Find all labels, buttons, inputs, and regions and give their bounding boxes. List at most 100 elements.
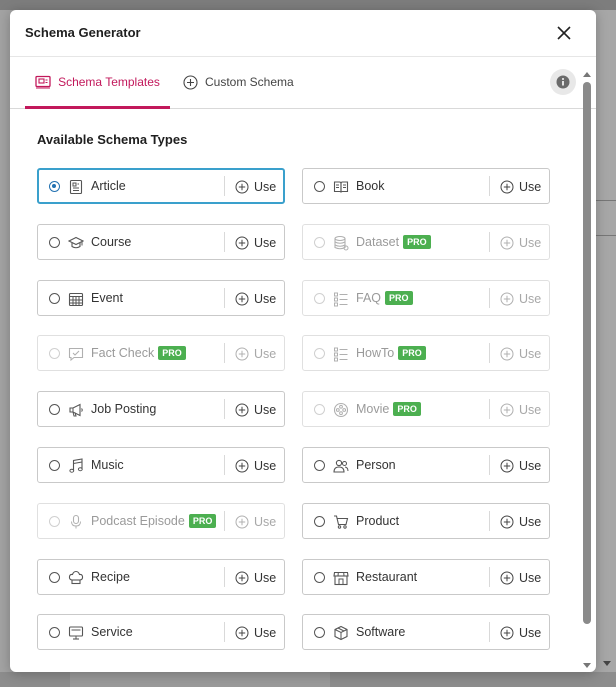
schema-type-label: Service: [91, 625, 133, 639]
use-button[interactable]: Use: [235, 290, 276, 308]
info-button[interactable]: [550, 69, 576, 95]
schema-type-label: Recipe: [91, 570, 130, 584]
scroll-up-arrow-icon[interactable]: [582, 70, 592, 78]
divider: [489, 399, 490, 419]
schema-type-movie[interactable]: Movie PRO Use: [302, 391, 550, 427]
schema-type-label: Person: [356, 458, 396, 472]
schema-type-label: Job Posting: [91, 402, 157, 416]
schema-type-howto[interactable]: HowTo PRO Use: [302, 335, 550, 371]
schema-type-dataset[interactable]: Dataset PRO Use: [302, 224, 550, 260]
schema-type-music[interactable]: Music Use: [37, 447, 285, 483]
scrollbar-thumb[interactable]: [583, 82, 591, 624]
use-button[interactable]: Use: [235, 569, 276, 587]
radio-button[interactable]: [49, 293, 60, 304]
modal-scrollbar[interactable]: [582, 70, 592, 670]
use-button: Use: [235, 513, 276, 531]
use-button[interactable]: Use: [235, 457, 276, 475]
radio-button[interactable]: [314, 404, 325, 415]
plus-circle-icon: [235, 571, 249, 585]
radio-button[interactable]: [49, 404, 60, 415]
schema-generator-modal: Schema Generator Schema Templates Custom…: [10, 10, 596, 672]
divider: [489, 343, 490, 363]
schema-type-label: FAQ PRO: [356, 291, 413, 305]
divider: [224, 343, 225, 363]
plus-circle-icon: [500, 347, 514, 361]
radio-button[interactable]: [49, 516, 60, 527]
schema-type-label: Software: [356, 625, 406, 639]
use-button[interactable]: Use: [235, 234, 276, 252]
schema-type-product[interactable]: Product Use: [302, 503, 550, 539]
radio-button[interactable]: [314, 572, 325, 583]
divider: [224, 232, 225, 252]
radio-button[interactable]: [49, 627, 60, 638]
plus-circle-icon: [500, 626, 514, 640]
divider: [489, 288, 490, 308]
use-button[interactable]: Use: [235, 178, 276, 196]
schema-type-fact-check[interactable]: Fact Check PRO Use: [37, 335, 285, 371]
use-button[interactable]: Use: [235, 401, 276, 419]
close-button[interactable]: [553, 22, 575, 44]
list-icon: [334, 347, 348, 362]
schema-type-service[interactable]: Service Use: [37, 614, 285, 650]
radio-button[interactable]: [49, 237, 60, 248]
divider: [224, 622, 225, 642]
radio-button[interactable]: [314, 516, 325, 527]
section-title: Available Schema Types: [37, 132, 188, 147]
use-button: Use: [500, 290, 541, 308]
schema-type-label: HowTo PRO: [356, 346, 426, 360]
schema-type-restaurant[interactable]: Restaurant Use: [302, 559, 550, 595]
tab-custom-schema[interactable]: Custom Schema: [183, 56, 294, 108]
radio-button[interactable]: [314, 348, 325, 359]
use-button[interactable]: Use: [500, 624, 541, 642]
schema-type-podcast-episode[interactable]: Podcast Episode PRO Use: [37, 503, 285, 539]
pro-badge: PRO: [403, 235, 431, 249]
radio-button[interactable]: [314, 460, 325, 471]
schema-type-label: Movie PRO: [356, 402, 421, 416]
plus-circle-icon: [500, 515, 514, 529]
schema-type-label: Book: [356, 179, 385, 193]
schema-type-recipe[interactable]: Recipe Use: [37, 559, 285, 595]
graduation-cap-icon: [68, 236, 84, 249]
scroll-down-arrow-icon[interactable]: [582, 662, 592, 670]
radio-button[interactable]: [314, 181, 325, 192]
schema-type-article[interactable]: Article Use: [37, 168, 285, 204]
schema-type-software[interactable]: Software Use: [302, 614, 550, 650]
schema-type-label: Article: [91, 179, 126, 193]
use-button[interactable]: Use: [500, 569, 541, 587]
schema-type-book[interactable]: Book Use: [302, 168, 550, 204]
use-button[interactable]: Use: [500, 178, 541, 196]
use-button[interactable]: Use: [500, 457, 541, 475]
schema-type-course[interactable]: Course Use: [37, 224, 285, 260]
music-note-icon: [69, 458, 83, 473]
tab-schema-templates[interactable]: Schema Templates: [25, 56, 170, 109]
backdrop-bottombar: [0, 672, 616, 687]
page-scroll-down-arrow-icon[interactable]: [598, 640, 616, 670]
radio-button[interactable]: [314, 627, 325, 638]
radio-button[interactable]: [314, 293, 325, 304]
close-icon: [557, 26, 571, 40]
schema-type-person[interactable]: Person Use: [302, 447, 550, 483]
pro-badge: PRO: [393, 402, 421, 416]
plus-circle-icon: [235, 459, 249, 473]
pro-badge: PRO: [398, 346, 426, 360]
divider: [489, 176, 490, 196]
tab-label: Custom Schema: [205, 75, 294, 89]
use-button: Use: [500, 401, 541, 419]
plus-circle-icon: [500, 403, 514, 417]
schema-type-event[interactable]: Event Use: [37, 280, 285, 316]
radio-button[interactable]: [49, 181, 60, 192]
radio-button[interactable]: [49, 460, 60, 471]
use-button[interactable]: Use: [235, 624, 276, 642]
use-button[interactable]: Use: [500, 513, 541, 531]
schema-type-faq[interactable]: FAQ PRO Use: [302, 280, 550, 316]
radio-button[interactable]: [49, 348, 60, 359]
pro-badge: PRO: [158, 346, 186, 360]
radio-button[interactable]: [49, 572, 60, 583]
box-icon: [334, 625, 348, 641]
plus-circle-icon: [500, 292, 514, 306]
schema-type-label: Music: [91, 458, 124, 472]
divider: [489, 455, 490, 475]
schema-type-job-posting[interactable]: Job Posting Use: [37, 391, 285, 427]
radio-button[interactable]: [314, 237, 325, 248]
divider: [489, 567, 490, 587]
